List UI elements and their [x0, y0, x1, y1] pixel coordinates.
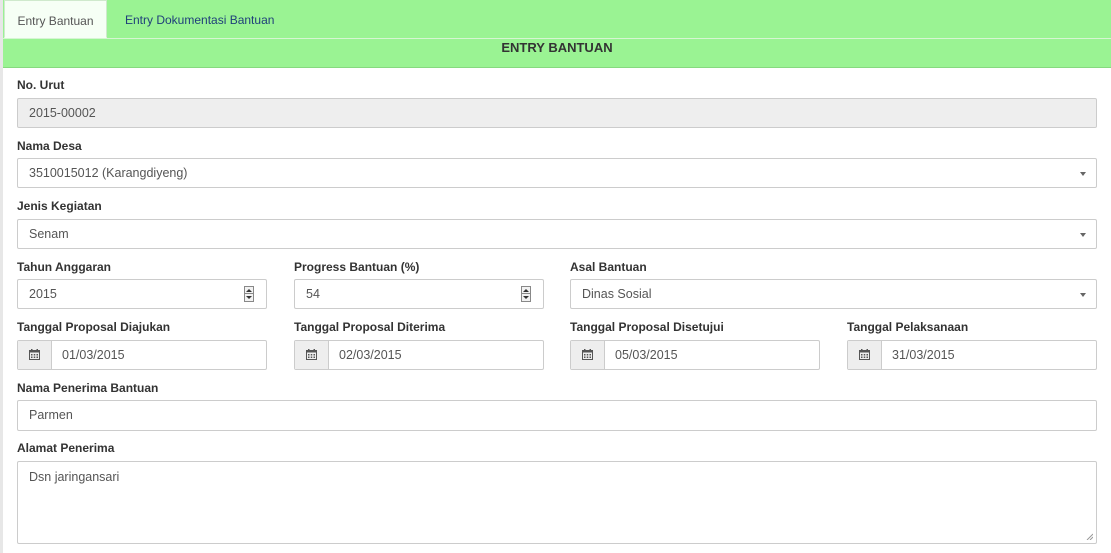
tgl-disetujui-input[interactable]: 05/03/2015 — [570, 340, 820, 370]
progress-bantuan-label: Progress Bantuan (%) — [294, 260, 420, 274]
caret-down-icon — [1080, 233, 1086, 237]
jenis-kegiatan-label: Jenis Kegiatan — [17, 199, 102, 213]
nama-penerima-label: Nama Penerima Bantuan — [17, 381, 159, 395]
tgl-pelaksanaan-input[interactable]: 31/03/2015 — [847, 340, 1097, 370]
asal-bantuan-value: Dinas Sosial — [582, 287, 652, 301]
progress-bantuan-value: 54 — [306, 287, 320, 301]
calendar-icon — [859, 349, 870, 360]
jenis-kegiatan-value: Senam — [29, 227, 69, 241]
tab-bar: Entry Bantuan Entry Dokumentasi Bantuan — [3, 0, 1111, 39]
calendar-addon[interactable] — [571, 341, 605, 369]
caret-down-icon — [1080, 172, 1086, 176]
tgl-disetujui-value: 05/03/2015 — [615, 348, 678, 362]
calendar-addon[interactable] — [18, 341, 52, 369]
left-border — [0, 0, 3, 553]
no-urut-label: No. Urut — [17, 78, 65, 92]
no-urut-field: 2015-00002 — [17, 98, 1097, 128]
form-header: Entry Bantuan Entry Dokumentasi Bantuan … — [3, 0, 1111, 68]
asal-bantuan-select[interactable]: Dinas Sosial — [570, 279, 1097, 309]
tgl-diajukan-input[interactable]: 01/03/2015 — [17, 340, 267, 370]
tab-entry-dokumentasi-bantuan[interactable]: Entry Dokumentasi Bantuan — [125, 0, 274, 38]
tgl-diterima-value: 02/03/2015 — [339, 348, 402, 362]
tahun-anggaran-value: 2015 — [29, 287, 57, 301]
nama-desa-select[interactable]: 3510015012 (Karangdiyeng) — [17, 158, 1097, 188]
caret-down-icon — [1080, 293, 1086, 297]
tahun-anggaran-label: Tahun Anggaran — [17, 260, 111, 274]
spinner-icon[interactable] — [244, 286, 254, 302]
asal-bantuan-label: Asal Bantuan — [570, 260, 647, 274]
calendar-addon[interactable] — [295, 341, 329, 369]
alamat-penerima-textarea[interactable]: Dsn jaringansari — [17, 461, 1097, 544]
calendar-addon[interactable] — [848, 341, 882, 369]
form-title: ENTRY BANTUAN — [501, 40, 613, 55]
jenis-kegiatan-select[interactable]: Senam — [17, 219, 1097, 249]
tgl-pelaksanaan-label: Tanggal Pelaksanaan — [847, 320, 969, 334]
tab-entry-bantuan[interactable]: Entry Bantuan — [4, 0, 107, 38]
nama-desa-label: Nama Desa — [17, 139, 82, 153]
tgl-diterima-input[interactable]: 02/03/2015 — [294, 340, 544, 370]
alamat-penerima-label: Alamat Penerima — [17, 441, 115, 455]
resize-grip-icon[interactable] — [1086, 533, 1093, 540]
tgl-pelaksanaan-value: 31/03/2015 — [892, 348, 955, 362]
alamat-penerima-value: Dsn jaringansari — [29, 470, 120, 484]
tgl-diterima-label: Tanggal Proposal Diterima — [294, 320, 446, 334]
calendar-icon — [29, 349, 40, 360]
nama-penerima-input[interactable]: Parmen — [17, 400, 1097, 431]
tahun-anggaran-input[interactable]: 2015 — [17, 279, 267, 309]
tgl-diajukan-value: 01/03/2015 — [62, 348, 125, 362]
spinner-icon[interactable] — [521, 286, 531, 302]
tgl-diajukan-label: Tanggal Proposal Diajukan — [17, 320, 171, 334]
calendar-icon — [582, 349, 593, 360]
progress-bantuan-input[interactable]: 54 — [294, 279, 544, 309]
calendar-icon — [306, 349, 317, 360]
tgl-disetujui-label: Tanggal Proposal Disetujui — [570, 320, 724, 334]
nama-desa-value: 3510015012 (Karangdiyeng) — [29, 166, 188, 180]
